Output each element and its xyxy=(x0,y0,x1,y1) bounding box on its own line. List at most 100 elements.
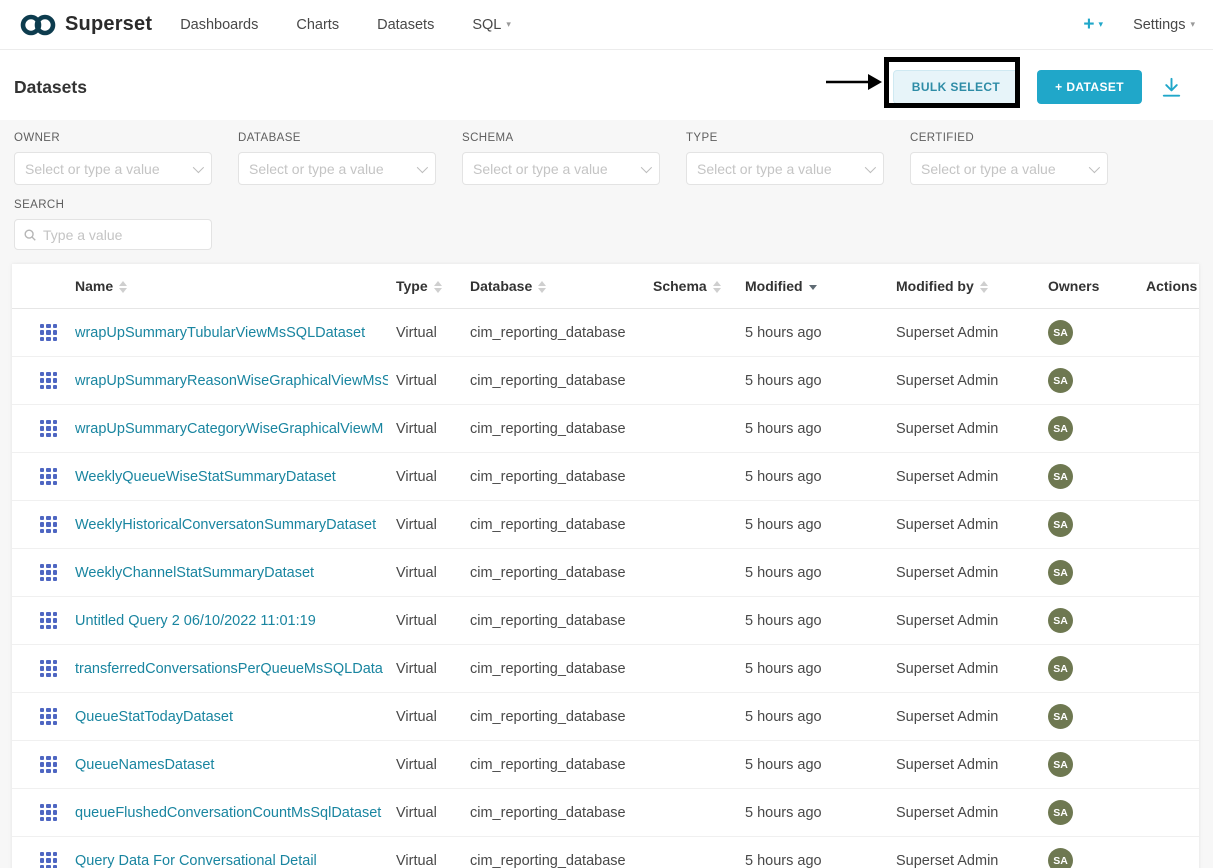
dataset-modified-by: Superset Admin xyxy=(888,501,1040,549)
dataset-grid-icon xyxy=(40,852,57,868)
dataset-name-link[interactable]: Query Data For Conversational Detail xyxy=(75,853,317,868)
brand-name: Superset xyxy=(65,13,152,36)
dataset-schema xyxy=(645,693,737,741)
filter-type: TYPE Select or type a value xyxy=(686,132,884,185)
dataset-type: Virtual xyxy=(388,597,462,645)
dataset-name-link[interactable]: QueueStatTodayDataset xyxy=(75,709,233,725)
dataset-actions xyxy=(1138,309,1199,357)
new-item-menu[interactable]: + ▾ xyxy=(1083,15,1103,34)
dataset-name-link[interactable]: Untitled Query 2 06/10/2022 11:01:19 xyxy=(75,613,316,629)
dataset-actions xyxy=(1138,453,1199,501)
chevron-down-icon: ▾ xyxy=(1190,20,1195,29)
export-datasets-button[interactable] xyxy=(1160,76,1183,99)
dataset-name-link[interactable]: wrapUpSummaryTubularViewMsSQLDataset xyxy=(75,325,365,341)
column-header-modified[interactable]: Modified xyxy=(737,264,888,309)
owner-avatar: SA xyxy=(1048,320,1073,345)
dataset-name-link[interactable]: transferredConversationsPerQueueMsSQLDat… xyxy=(75,661,383,677)
settings-menu[interactable]: Settings ▾ xyxy=(1133,17,1195,33)
column-header-database[interactable]: Database xyxy=(462,264,645,309)
dataset-name-link[interactable]: QueueNamesDataset xyxy=(75,757,214,773)
dataset-grid-icon xyxy=(40,804,57,821)
download-icon xyxy=(1160,76,1183,99)
nav-item-datasets[interactable]: Datasets xyxy=(377,17,434,33)
dataset-schema xyxy=(645,357,737,405)
filter-owner-label: OWNER xyxy=(14,132,212,144)
column-header-modified-by[interactable]: Modified by xyxy=(888,264,1040,309)
nav-item-dashboards[interactable]: Dashboards xyxy=(180,17,258,33)
dataset-name-link[interactable]: WeeklyChannelStatSummaryDataset xyxy=(75,565,314,581)
column-header-name[interactable]: Name xyxy=(67,264,388,309)
dataset-grid-icon xyxy=(40,516,57,533)
table-row: wrapUpSummaryTubularViewMsSQLDataset Vir… xyxy=(12,309,1199,357)
table-row: Untitled Query 2 06/10/2022 11:01:19 Vir… xyxy=(12,597,1199,645)
dataset-modified: 5 hours ago xyxy=(737,357,888,405)
table-row: Query Data For Conversational Detail Vir… xyxy=(12,837,1199,868)
dataset-grid-icon xyxy=(40,324,57,341)
column-header-icon xyxy=(12,264,67,309)
dataset-modified-by: Superset Admin xyxy=(888,693,1040,741)
filter-schema-select[interactable]: Select or type a value xyxy=(462,152,660,185)
dataset-modified-by: Superset Admin xyxy=(888,645,1040,693)
dataset-name-link[interactable]: wrapUpSummaryCategoryWiseGraphicalViewM xyxy=(75,421,383,437)
dataset-name-link[interactable]: wrapUpSummaryReasonWiseGraphicalViewMsS xyxy=(75,373,388,389)
dataset-schema xyxy=(645,597,737,645)
dataset-actions xyxy=(1138,549,1199,597)
dataset-modified: 5 hours ago xyxy=(737,549,888,597)
main-nav: Dashboards Charts Datasets SQL▾ xyxy=(180,17,511,33)
search-input[interactable] xyxy=(43,227,203,243)
dataset-modified: 5 hours ago xyxy=(737,837,888,868)
filter-database: DATABASE Select or type a value xyxy=(238,132,436,185)
navbar-right: + ▾ Settings ▾ xyxy=(1083,15,1195,34)
dataset-actions xyxy=(1138,357,1199,405)
column-header-type[interactable]: Type xyxy=(388,264,462,309)
bulk-select-button[interactable]: BULK SELECT xyxy=(893,70,1019,104)
dataset-database: cim_reporting_database xyxy=(462,741,645,789)
top-navbar: Superset Dashboards Charts Datasets SQL▾… xyxy=(0,0,1213,50)
owner-avatar: SA xyxy=(1048,752,1073,777)
dataset-name-link[interactable]: WeeklyHistoricalConversatonSummaryDatase… xyxy=(75,517,376,533)
dataset-name-link[interactable]: queueFlushedConversationCountMsSqlDatase… xyxy=(75,805,381,821)
sort-icon xyxy=(119,281,127,293)
dataset-grid-icon xyxy=(40,420,57,437)
dataset-type: Virtual xyxy=(388,453,462,501)
dataset-actions xyxy=(1138,645,1199,693)
nav-item-sql[interactable]: SQL▾ xyxy=(472,17,511,33)
dataset-modified: 5 hours ago xyxy=(737,597,888,645)
dataset-type: Virtual xyxy=(388,549,462,597)
filter-certified-placeholder: Select or type a value xyxy=(921,161,1089,177)
dataset-modified: 5 hours ago xyxy=(737,309,888,357)
filter-type-placeholder: Select or type a value xyxy=(697,161,865,177)
filter-database-select[interactable]: Select or type a value xyxy=(238,152,436,185)
dataset-database: cim_reporting_database xyxy=(462,693,645,741)
dataset-type: Virtual xyxy=(388,789,462,837)
filter-certified-select[interactable]: Select or type a value xyxy=(910,152,1108,185)
column-header-schema[interactable]: Schema xyxy=(645,264,737,309)
dataset-type: Virtual xyxy=(388,741,462,789)
dataset-type: Virtual xyxy=(388,501,462,549)
dataset-actions xyxy=(1138,837,1199,868)
dataset-modified: 5 hours ago xyxy=(737,453,888,501)
sort-icon xyxy=(434,281,442,293)
dataset-schema xyxy=(645,549,737,597)
chevron-down-icon xyxy=(641,161,652,172)
dataset-database: cim_reporting_database xyxy=(462,549,645,597)
superset-logo[interactable]: Superset xyxy=(18,12,152,38)
table-row: wrapUpSummaryReasonWiseGraphicalViewMsS … xyxy=(12,357,1199,405)
dataset-grid-icon xyxy=(40,660,57,677)
add-dataset-button[interactable]: + DATASET xyxy=(1037,70,1142,104)
filter-type-select[interactable]: Select or type a value xyxy=(686,152,884,185)
dataset-database: cim_reporting_database xyxy=(462,837,645,868)
dataset-database: cim_reporting_database xyxy=(462,453,645,501)
dataset-database: cim_reporting_database xyxy=(462,501,645,549)
dataset-database: cim_reporting_database xyxy=(462,357,645,405)
column-header-owners: Owners xyxy=(1040,264,1138,309)
filter-owner-select[interactable]: Select or type a value xyxy=(14,152,212,185)
table-header-row: Name Type Database Schema Modified Modif… xyxy=(12,264,1199,309)
nav-item-charts[interactable]: Charts xyxy=(296,17,339,33)
dataset-schema xyxy=(645,405,737,453)
dataset-grid-icon xyxy=(40,708,57,725)
dataset-schema xyxy=(645,837,737,868)
dataset-name-link[interactable]: WeeklyQueueWiseStatSummaryDataset xyxy=(75,469,336,485)
dataset-grid-icon xyxy=(40,756,57,773)
dataset-type: Virtual xyxy=(388,837,462,868)
